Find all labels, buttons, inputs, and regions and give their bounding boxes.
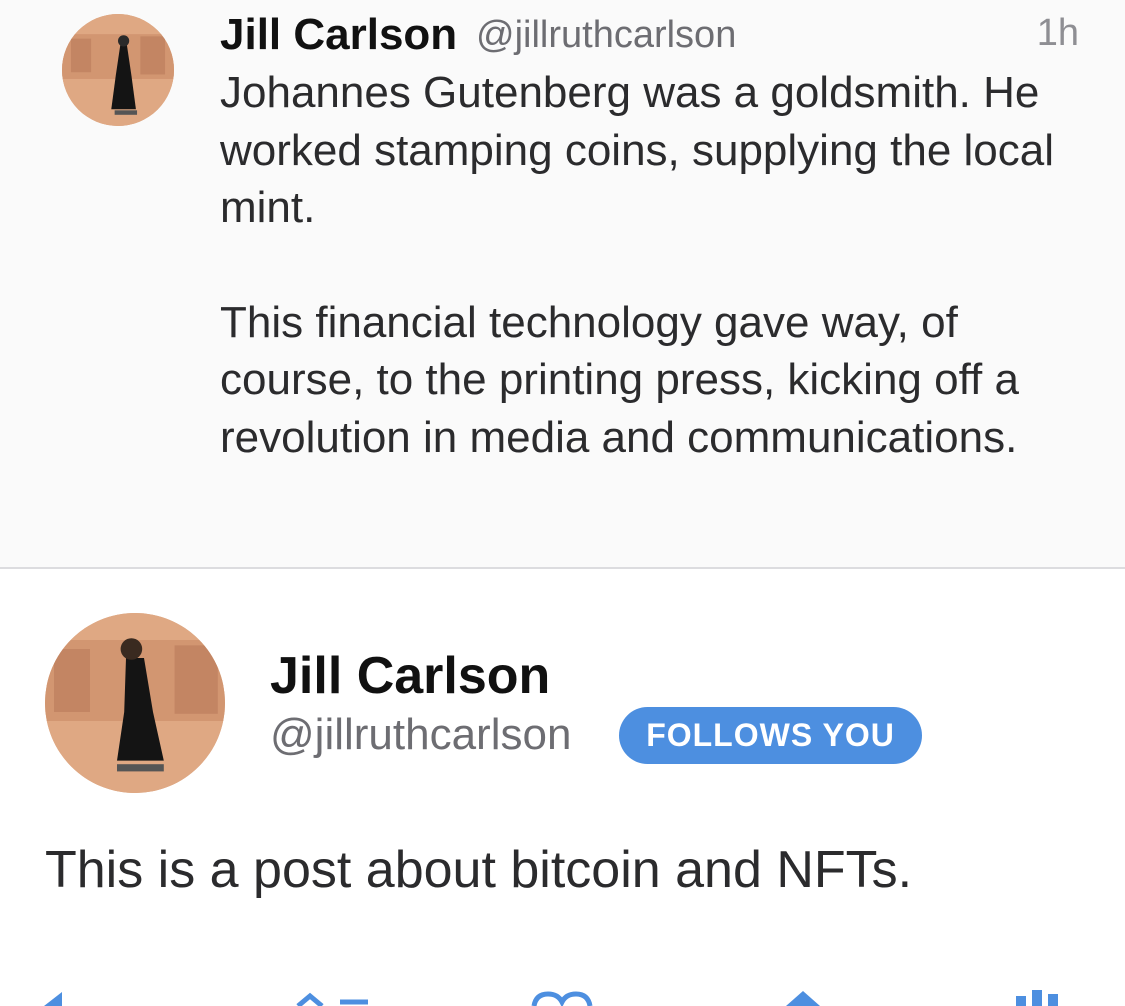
tweet-paragraph: This financial technology gave way, of c… bbox=[220, 297, 1019, 462]
author-handle[interactable]: @jillruthcarlson bbox=[270, 710, 571, 760]
author-handle[interactable]: @jillruthcarlson bbox=[476, 14, 736, 57]
tweet-paragraph: Johannes Gutenberg was a goldsmith. He w… bbox=[220, 68, 1055, 232]
tweet-text: This is a post about bitcoin and NFTs. bbox=[45, 841, 913, 899]
reply-icon[interactable] bbox=[40, 988, 80, 1006]
analytics-icon[interactable] bbox=[1002, 988, 1074, 1006]
tweet-quoted[interactable]: Jill Carlson @jillruthcarlson 1h Johanne… bbox=[0, 0, 1125, 567]
follows-you-badge: FOLLOWS YOU bbox=[619, 707, 922, 764]
avatar[interactable] bbox=[62, 14, 174, 126]
author-name[interactable]: Jill Carlson bbox=[220, 10, 457, 60]
like-icon[interactable] bbox=[526, 988, 598, 1006]
retweet-icon[interactable] bbox=[288, 988, 378, 1006]
divider bbox=[0, 567, 1125, 569]
avatar[interactable] bbox=[45, 613, 225, 793]
avatar-photo bbox=[62, 14, 174, 126]
tweet-actions bbox=[0, 988, 1125, 1006]
author-name[interactable]: Jill Carlson bbox=[270, 646, 550, 706]
share-icon[interactable] bbox=[778, 988, 828, 1006]
tweet-text: Johannes Gutenberg was a goldsmith. He w… bbox=[220, 64, 1090, 466]
avatar-photo bbox=[45, 613, 225, 793]
timestamp: 1h bbox=[1036, 12, 1079, 54]
